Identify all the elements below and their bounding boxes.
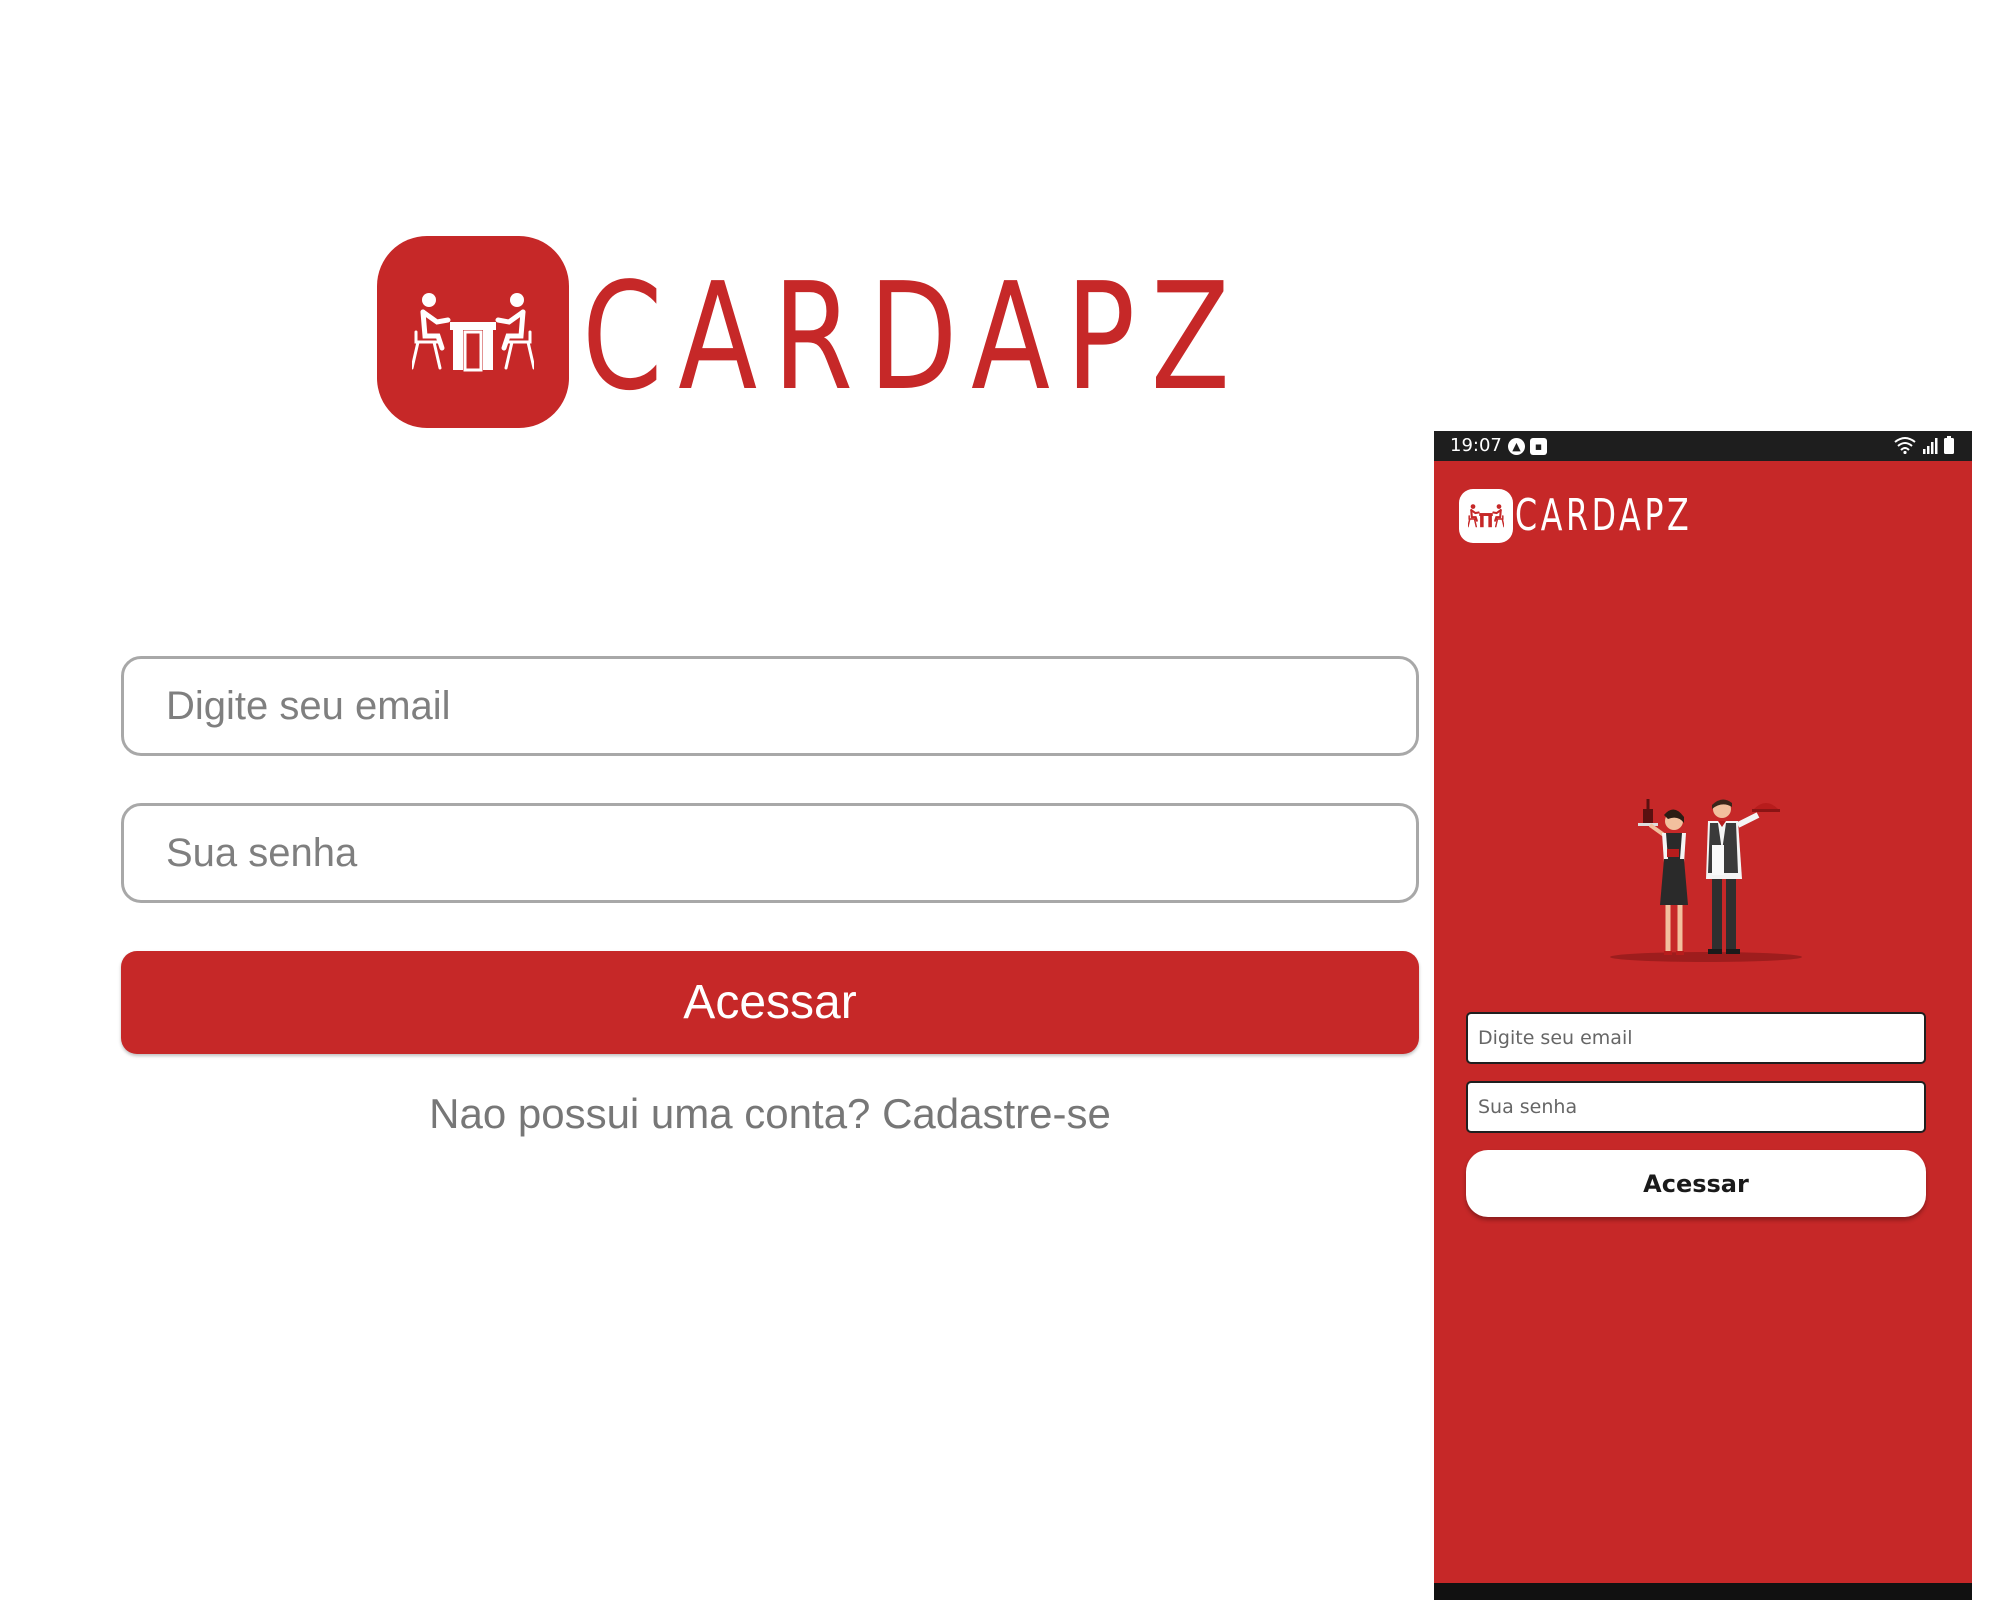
email-input[interactable] [121,656,1419,756]
waiters-illustration [1610,799,1802,962]
app-notification-icon: ▲ [1508,438,1525,455]
brand-wordmark: CARDAPZ [1515,490,1693,541]
restaurant-table-icon [1459,489,1513,543]
brand-wordmark: CARDAPZ [582,251,1246,423]
web-logo: CARDAPZ [377,236,1230,432]
mobile-email-input[interactable] [1466,1012,1926,1064]
navigation-bar [1434,1583,1972,1600]
mobile-login-button[interactable]: Acessar [1466,1150,1926,1217]
status-time: 19:07 [1450,435,1502,456]
restaurant-table-icon [377,236,569,428]
wifi-icon [1894,437,1916,454]
signup-link[interactable]: Nao possui uma conta? Cadastre-se [121,1090,1419,1138]
status-bar: 19:07 ▲ ▪ [1434,431,1972,461]
message-notification-icon: ▪ [1530,438,1547,455]
mobile-screen: 19:07 ▲ ▪ CARDAPZ Digite seu email Acess… [1434,431,1972,1600]
battery-icon [1944,436,1954,454]
signal-icon [1923,438,1938,454]
password-input[interactable] [121,803,1419,903]
mobile-password-input[interactable] [1466,1081,1926,1133]
login-button[interactable]: Acessar [121,951,1419,1054]
